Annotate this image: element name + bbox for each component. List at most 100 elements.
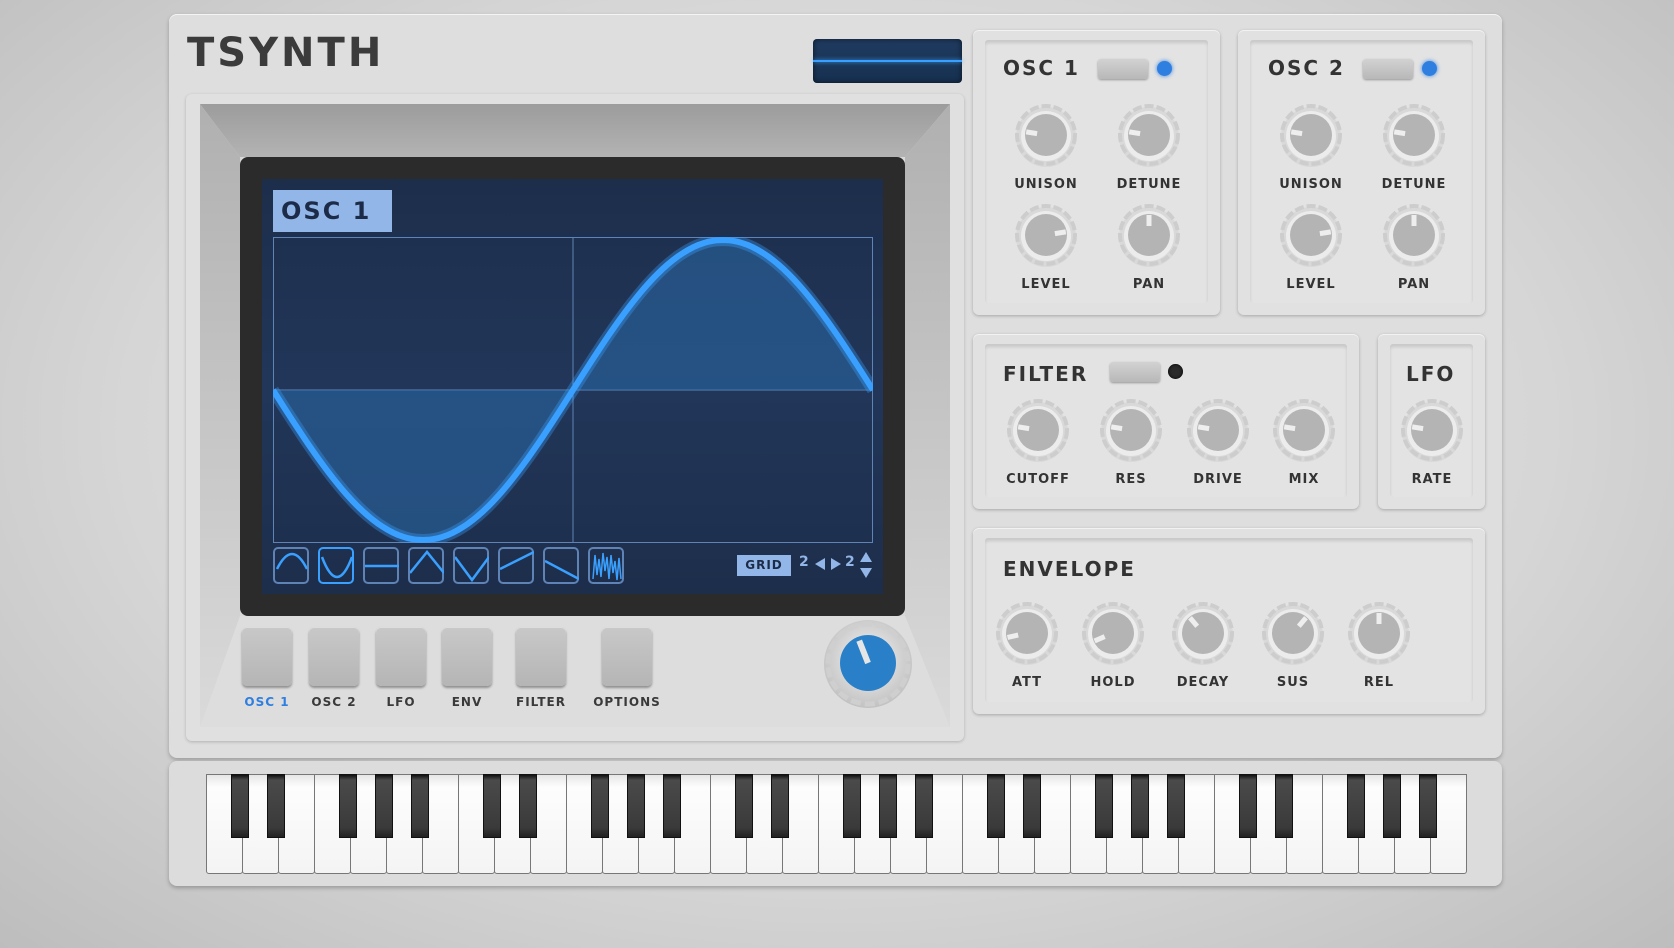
nav-label-filter[interactable]: FILTER (501, 695, 581, 709)
black-key-A#2[interactable] (663, 774, 682, 838)
wave-button-triangle[interactable] (408, 547, 444, 584)
wave-button-inverted-sine[interactable] (318, 547, 354, 584)
grid-y-value: 2 (845, 554, 855, 570)
inverted-triangle-wave-icon (455, 556, 489, 583)
filter-knob-cutoff[interactable] (1006, 398, 1070, 462)
black-key-A#5[interactable] (1419, 774, 1438, 838)
app-title: TSYNTH (187, 30, 385, 76)
envelope-knob-att[interactable] (995, 601, 1059, 665)
black-key-G#4[interactable] (1131, 774, 1150, 838)
master-knob[interactable] (822, 618, 914, 710)
envelope-knob-hold[interactable] (1081, 601, 1145, 665)
filter-knob-mix[interactable] (1272, 398, 1336, 462)
osc2-label-detune: DETUNE (1381, 177, 1447, 192)
filter-label-cutoff: CUTOFF (1006, 472, 1070, 487)
osc2-knob-detune[interactable] (1382, 103, 1446, 167)
osc2-label-unison: UNISON (1279, 177, 1343, 192)
envelope-knob-rel[interactable] (1347, 601, 1411, 665)
osc2-toggle[interactable] (1363, 59, 1413, 79)
black-key-D#3[interactable] (771, 774, 790, 838)
lfo-knob-rate[interactable] (1400, 398, 1464, 462)
black-key-C#4[interactable] (987, 774, 1006, 838)
black-key-G#3[interactable] (879, 774, 898, 838)
wave-button-inverted-triangle[interactable] (453, 547, 489, 584)
black-key-D#2[interactable] (519, 774, 538, 838)
black-key-G#1[interactable] (375, 774, 394, 838)
wave-button-saw-down[interactable] (543, 547, 579, 584)
black-key-G#2[interactable] (627, 774, 646, 838)
osc1-knob-pan[interactable] (1117, 203, 1181, 267)
black-key-D#1[interactable] (267, 774, 286, 838)
osc1-knob-unison[interactable] (1014, 103, 1078, 167)
nav-button-osc-1[interactable] (242, 627, 292, 686)
osc1-knob-level[interactable] (1014, 203, 1078, 267)
osc1-label-unison: UNISON (1014, 177, 1078, 192)
grid-button[interactable]: GRID (737, 555, 791, 576)
filter-led (1168, 364, 1183, 379)
filter-knob-res[interactable] (1099, 398, 1163, 462)
nav-button-filter[interactable] (516, 627, 566, 686)
black-key-F#4[interactable] (1095, 774, 1114, 838)
osc1-led (1157, 61, 1172, 76)
osc1-title: OSC 1 (1003, 56, 1080, 80)
osc2-label-pan: PAN (1397, 277, 1431, 292)
waveform-plot[interactable] (273, 237, 873, 543)
grid-x-value: 2 (799, 554, 809, 570)
black-key-F#5[interactable] (1347, 774, 1366, 838)
osc1-label-pan: PAN (1132, 277, 1166, 292)
black-key-D#4[interactable] (1023, 774, 1042, 838)
wave-button-sine[interactable] (273, 547, 309, 584)
envelope-knob-sus[interactable] (1261, 601, 1325, 665)
black-key-C#2[interactable] (483, 774, 502, 838)
wave-button-noise[interactable] (588, 547, 624, 584)
sine-wave-icon (275, 552, 309, 570)
flat-wave-icon (365, 564, 399, 568)
envelope-label-rel: REL (1363, 675, 1395, 690)
nav-button-lfo[interactable] (376, 627, 426, 686)
osc1-toggle[interactable] (1098, 59, 1148, 79)
filter-label-res: RES (1115, 472, 1147, 487)
black-key-D#5[interactable] (1275, 774, 1294, 838)
nav-button-env[interactable] (442, 627, 492, 686)
screen-osc-label: OSC 1 (273, 190, 392, 232)
filter-label-mix: MIX (1288, 472, 1320, 487)
nav-label-env[interactable]: ENV (427, 695, 507, 709)
filter-knob-drive[interactable] (1186, 398, 1250, 462)
grid-x-arrows-icon[interactable] (815, 557, 841, 571)
nav-button-options[interactable] (602, 627, 652, 686)
osc2-led (1422, 61, 1437, 76)
black-key-C#5[interactable] (1239, 774, 1258, 838)
wave-button-saw-up[interactable] (498, 547, 534, 584)
black-key-A#1[interactable] (411, 774, 430, 838)
black-key-C#1[interactable] (231, 774, 250, 838)
envelope-title: ENVELOPE (1003, 557, 1136, 581)
nav-label-options[interactable]: OPTIONS (587, 695, 667, 709)
osc2-knob-unison[interactable] (1279, 103, 1343, 167)
osc1-label-detune: DETUNE (1116, 177, 1182, 192)
wave-button-flat[interactable] (363, 547, 399, 584)
grid-y-arrows-icon[interactable] (860, 552, 872, 578)
lfo-title: LFO (1406, 362, 1456, 386)
envelope-label-decay: DECAY (1176, 675, 1230, 690)
osc2-knob-level[interactable] (1279, 203, 1343, 267)
black-key-C#3[interactable] (735, 774, 754, 838)
filter-label-drive: DRIVE (1193, 472, 1243, 487)
black-key-F#2[interactable] (591, 774, 610, 838)
header-display-line (813, 60, 962, 62)
black-key-A#3[interactable] (915, 774, 934, 838)
noise-wave-icon (592, 552, 622, 581)
osc2-knob-pan[interactable] (1382, 203, 1446, 267)
black-key-F#1[interactable] (339, 774, 358, 838)
osc1-knob-detune[interactable] (1117, 103, 1181, 167)
piano-keyboard (206, 774, 1467, 874)
inverted-sine-wave-icon (320, 556, 354, 579)
black-key-A#4[interactable] (1167, 774, 1186, 838)
envelope-knob-decay[interactable] (1171, 601, 1235, 665)
nav-button-osc-2[interactable] (309, 627, 359, 686)
envelope-label-sus: SUS (1276, 675, 1310, 690)
filter-toggle[interactable] (1110, 362, 1160, 382)
header-display (813, 39, 962, 83)
envelope-label-hold: HOLD (1090, 675, 1136, 690)
black-key-G#5[interactable] (1383, 774, 1402, 838)
black-key-F#3[interactable] (843, 774, 862, 838)
